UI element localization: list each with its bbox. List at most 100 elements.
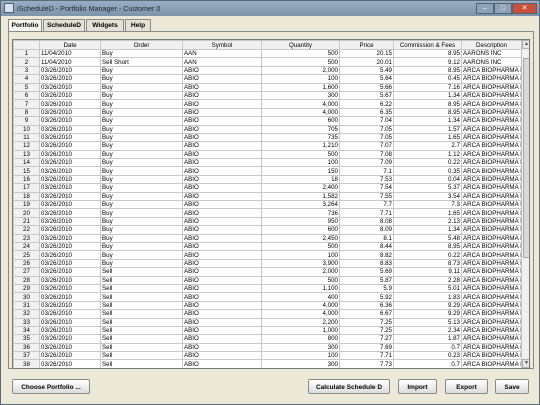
commission-cell[interactable]: 3.54 [393,191,462,202]
table-row[interactable]: 7 03/26/2010 Buy ABIO 4,000 6.22 8.95 ARCA BIOP… [13,99,522,109]
symbol-cell[interactable]: ABIO [182,141,262,151]
date-cell[interactable]: 03/26/2010 [39,241,101,252]
quantity-cell[interactable]: 400 [261,292,340,302]
description-cell[interactable]: ARCA BIOPHARMA I... [461,267,522,277]
row-index[interactable]: 37 [13,351,40,361]
description-cell[interactable]: ARCA BIOPHARMA I... [461,367,522,368]
quantity-cell[interactable]: 2,200 [261,317,340,327]
table-row[interactable]: 24 03/26/2010 Buy ABIO 500 8.44 8.95 ARCA BIOPH… [13,241,522,252]
date-cell[interactable]: 03/26/2010 [39,191,101,202]
symbol-cell[interactable]: AAN [182,48,262,59]
price-cell[interactable]: 8.1 [339,233,394,244]
description-cell[interactable]: ARCA BIOPHARMA I... [461,141,522,151]
row-index[interactable]: 4 [13,74,40,84]
description-cell[interactable]: ARCA BIOPHARMA I... [461,158,522,168]
quantity-cell[interactable]: 705 [261,124,340,134]
price-cell[interactable]: 5.92 [339,292,394,302]
description-cell[interactable]: ARCA BIOPHARMA I... [461,99,522,109]
quantity-cell[interactable]: 300 [261,90,340,101]
description-cell[interactable]: ARCA BIOPHARMA I... [461,183,522,193]
date-cell[interactable]: 03/26/2010 [39,65,101,76]
order-cell[interactable]: Buy [100,166,183,176]
symbol-cell[interactable]: ABIO [182,309,262,319]
order-cell[interactable]: Buy [100,48,183,59]
description-cell[interactable]: ARCA BIOPHARMA I... [461,325,522,336]
description-cell[interactable]: ARCA BIOPHARMA I... [461,132,522,143]
date-cell[interactable]: 03/26/2010 [39,334,101,344]
quantity-cell[interactable]: 800 [261,334,340,344]
row-index[interactable]: 19 [13,200,40,210]
tab-portfolio[interactable]: Portfolio [8,19,42,31]
table-row[interactable]: 32 03/26/2010 Sell ABIO 4,000 6.67 9.29 ARCA BI… [13,309,522,319]
order-cell[interactable]: Buy [100,216,183,227]
price-cell[interactable]: 7.1 [339,166,394,176]
order-cell[interactable]: Sell [100,292,183,302]
tab-widgets[interactable]: Widgets [86,19,124,31]
quantity-cell[interactable]: 1,000 [261,325,340,336]
commission-cell[interactable]: 1.57 [393,124,462,134]
date-cell[interactable]: 03/26/2010 [39,275,101,285]
price-cell[interactable]: 8.83 [339,258,394,269]
quantity-cell[interactable]: 1,100 [261,283,340,294]
table-row[interactable]: 21 03/26/2010 Buy ABIO 950 8.08 2.13 ARCA BIOPH… [13,216,522,227]
quantity-cell[interactable]: 600 [261,116,340,126]
symbol-cell[interactable]: ABIO [182,342,262,353]
column-header-symbol[interactable]: Symbol [182,40,262,50]
commission-cell[interactable]: 7.16 [393,82,462,92]
price-cell[interactable]: 8.82 [339,250,394,260]
order-cell[interactable]: Sell Short [100,57,183,67]
row-index[interactable]: 30 [13,292,40,302]
table-row[interactable]: 9 03/26/2010 Buy ABIO 600 7.04 1.34 ARCA BIOPHA… [13,116,522,126]
row-index[interactable]: 18 [13,191,40,202]
date-cell[interactable]: 03/26/2010 [39,359,101,368]
close-button[interactable]: ✕ [512,3,537,14]
table-row[interactable]: 6 03/26/2010 Buy ABIO 300 5.67 1.34 ARCA BIOPHA… [13,90,522,101]
price-cell[interactable]: 6.36 [339,300,394,311]
vertical-scrollbar[interactable]: ▲ ▼ [521,40,529,368]
quantity-cell[interactable]: 100 [261,158,340,168]
order-cell[interactable]: Buy [100,132,183,143]
date-cell[interactable]: 03/26/2010 [39,309,101,319]
row-index[interactable]: 7 [13,99,40,109]
row-index[interactable]: 11 [13,132,40,143]
price-cell[interactable]: 7.09 [339,158,394,168]
export-button[interactable]: Export [445,379,488,394]
column-header-order[interactable]: Order [100,40,183,50]
quantity-cell[interactable]: 4,000 [261,300,340,311]
symbol-cell[interactable]: ABIO [182,275,262,285]
quantity-cell[interactable]: 3,264 [261,200,340,210]
symbol-cell[interactable]: ABIO [182,267,262,277]
date-cell[interactable]: 03/26/2010 [39,367,101,368]
commission-cell[interactable]: 0.04 [393,174,462,185]
table-row[interactable]: 20 03/26/2010 Buy ABIO 736 7.71 1.65 ARCA BIOPH… [13,208,522,218]
title-bar[interactable]: iScheduleD - Portfolio Manager - Custome… [1,1,539,16]
price-cell[interactable]: 7.25 [339,317,394,327]
date-cell[interactable]: 03/26/2010 [39,183,101,193]
symbol-cell[interactable]: ABIO [182,90,262,101]
commission-cell[interactable]: 2.34 [393,325,462,336]
price-cell[interactable]: 7.04 [339,116,394,126]
column-header-index[interactable] [13,40,40,50]
commission-cell[interactable]: 8.95 [393,107,462,118]
quantity-cell[interactable]: 400 [261,367,340,368]
row-index[interactable]: 2 [13,57,40,67]
row-index[interactable]: 39 [13,367,40,368]
quantity-cell[interactable]: 100 [261,250,340,260]
maximize-button[interactable]: □ [494,3,512,14]
order-cell[interactable]: Sell [100,359,183,368]
row-index[interactable]: 34 [13,325,40,336]
symbol-cell[interactable]: ABIO [182,317,262,327]
description-cell[interactable]: ARCA BIOPHARMA I... [461,166,522,176]
commission-cell[interactable]: 2.28 [393,275,462,285]
commission-cell[interactable]: 1.65 [393,208,462,218]
date-cell[interactable]: 03/26/2010 [39,317,101,327]
description-cell[interactable]: ARCA BIOPHARMA I... [461,174,522,185]
date-cell[interactable]: 03/26/2010 [39,149,101,160]
symbol-cell[interactable]: ABIO [182,65,262,76]
description-cell[interactable]: ARCA BIOPHARMA I... [461,283,522,294]
scroll-down-icon[interactable]: ▼ [522,359,529,368]
order-cell[interactable]: Buy [100,90,183,101]
order-cell[interactable]: Buy [100,141,183,151]
row-index[interactable]: 3 [13,65,40,76]
description-cell[interactable]: AARONS INC [461,48,522,59]
